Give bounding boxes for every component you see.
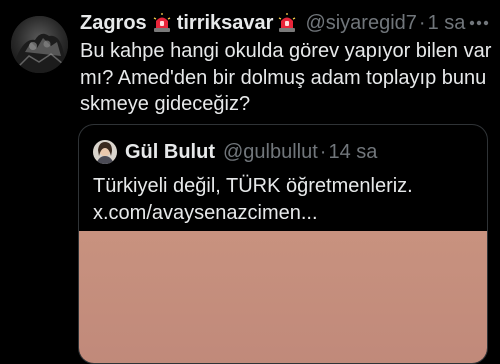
header-separator: · [418, 12, 426, 34]
police-light-icon [278, 13, 296, 33]
tweet[interactable]: Zagros tirriksavar @siyaregid7 · 1 sa Bu… [0, 0, 500, 364]
tweet-header: Zagros tirriksavar @siyaregid7 · 1 sa [80, 10, 465, 36]
quoted-tweet-media[interactable] [79, 231, 487, 363]
quoted-author-name[interactable]: Gül Bulut [125, 141, 215, 164]
quoted-tweet-text: Türkiyeli değil, TÜRK öğretmenleriz. x.c… [93, 175, 413, 224]
author-handle[interactable]: @siyaregid7 [305, 10, 416, 36]
tweet-text: Bu kahpe hangi okulda görev yapıyor bile… [80, 40, 492, 115]
tweet-timestamp[interactable]: 1 sa [428, 10, 466, 36]
quoted-author-avatar[interactable] [93, 140, 117, 164]
quoted-tweet[interactable]: Gül Bulut @gulbullut · 14 sa Türkiyeli d… [78, 124, 488, 364]
quoted-tweet-header: Gül Bulut @gulbullut · 14 sa [93, 139, 377, 165]
author-avatar[interactable] [11, 16, 68, 73]
quoted-author-handle[interactable]: @gulbullut [223, 141, 318, 164]
author-name-suffix[interactable]: tirriksavar [177, 10, 274, 36]
quoted-tweet-timestamp[interactable]: 14 sa [328, 141, 377, 164]
police-light-icon [153, 13, 171, 33]
quoted-header-separator: · [319, 140, 327, 163]
author-name[interactable]: Zagros [80, 10, 147, 36]
more-options-icon[interactable] [466, 10, 492, 36]
